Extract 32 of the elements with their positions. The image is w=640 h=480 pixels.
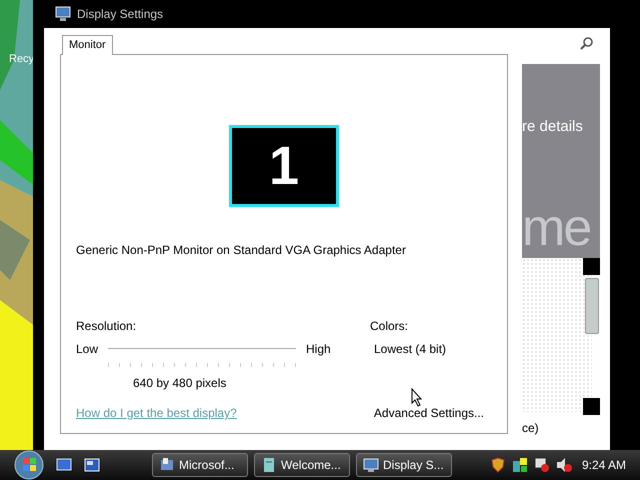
security-center-icon[interactable] bbox=[512, 457, 528, 473]
tab[interactable]: Monitor bbox=[62, 35, 113, 55]
footer-text: ce) bbox=[522, 421, 539, 435]
low-label: Low bbox=[76, 342, 98, 356]
window-title: Display Settings bbox=[77, 7, 164, 21]
cursor-icon bbox=[411, 388, 423, 407]
scrollbar-thumb[interactable] bbox=[585, 278, 599, 334]
taskbar-button[interactable]: Microsof... bbox=[152, 453, 248, 477]
high-label: High bbox=[306, 342, 331, 356]
desktop-icon[interactable] bbox=[56, 457, 72, 473]
adapter-text: Generic Non-PnP Monitor on Standard VGA Graphics Adapter bbox=[76, 243, 407, 257]
shield-icon[interactable] bbox=[490, 457, 506, 473]
search-icon bbox=[580, 36, 594, 50]
resolution-slider[interactable] bbox=[108, 348, 296, 370]
volume-muted-icon[interactable] bbox=[556, 457, 572, 473]
resolution-label: Resolution: bbox=[76, 319, 138, 333]
window-switch-icon[interactable] bbox=[84, 457, 100, 473]
document-icon bbox=[261, 457, 277, 473]
start-orb-icon[interactable] bbox=[14, 450, 44, 480]
installer-icon bbox=[159, 457, 175, 473]
taskbar-button[interactable]: Welcome... bbox=[254, 453, 350, 477]
display-icon bbox=[55, 6, 71, 22]
resolution-value: 640 by 480 pixels bbox=[133, 376, 228, 390]
colors-value: Lowest (4 bit) bbox=[374, 342, 446, 356]
colors-label: Colors: bbox=[370, 319, 410, 333]
banner-heading: me bbox=[522, 202, 590, 254]
banner-text: re details bbox=[522, 118, 583, 135]
display-icon bbox=[363, 457, 379, 473]
clock[interactable]: 9:24 AM bbox=[582, 458, 626, 472]
network-error-icon[interactable] bbox=[534, 457, 550, 473]
taskbar-button[interactable]: Display S... bbox=[356, 453, 452, 477]
monitor-tile[interactable]: 1 bbox=[229, 125, 339, 207]
